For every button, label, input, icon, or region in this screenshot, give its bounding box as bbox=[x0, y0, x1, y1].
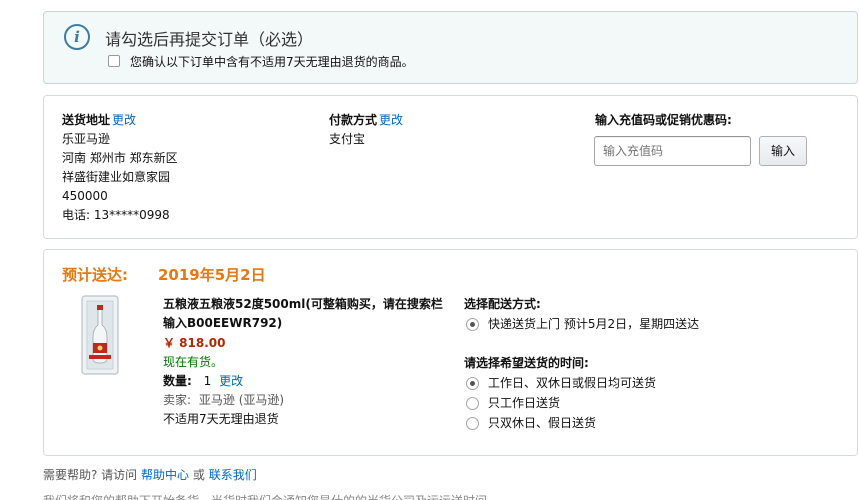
option-label: 快递送货上门 预计5月2日，星期四送达 bbox=[488, 317, 700, 331]
payment-label: 付款方式 bbox=[329, 113, 378, 127]
estimated-delivery-date: 2019年5月2日 bbox=[158, 266, 266, 284]
payment-method: 支付宝 bbox=[329, 132, 366, 146]
notice-box: i 请勾选后再提交订单（必选） 您确认以下订单中含有不适用7天无理由退货的商品。 bbox=[43, 11, 858, 84]
quantity-value: 1 bbox=[203, 374, 212, 388]
info-icon: i bbox=[64, 24, 90, 50]
address-line: 450000 bbox=[62, 189, 108, 203]
address-phone: 电话: 13*****0998 bbox=[62, 208, 170, 222]
shipment-box: 预计送达: 2019年5月2日 五粮液五粮液52度500ml(可整箱购买，请在搜… bbox=[43, 249, 858, 456]
payment-section: 付款方式 更改 支付宝 bbox=[329, 111, 403, 149]
delivery-time-option[interactable]: 工作日、双休日或假日均可送货 bbox=[464, 374, 699, 393]
delivery-time-option[interactable]: 只双休日、假日送货 bbox=[464, 414, 699, 433]
help-prefix: 需要帮助? 请访问 bbox=[43, 468, 138, 482]
delivery-time-title: 请选择希望送货的时间: bbox=[464, 356, 589, 370]
radio-button[interactable] bbox=[466, 397, 479, 410]
coupon-label: 输入充值码或促销优惠码: bbox=[595, 113, 732, 127]
coupon-submit-button[interactable]: 输入 bbox=[759, 136, 807, 166]
shipping-address-label: 送货地址 bbox=[62, 113, 111, 127]
option-label: 只双休日、假日送货 bbox=[488, 416, 597, 430]
quantity-label: 数量: bbox=[163, 374, 192, 388]
shipping-method-option[interactable]: 快递送货上门 预计5月2日，星期四送达 bbox=[464, 315, 699, 334]
option-label: 工作日、双休日或假日均可送货 bbox=[488, 376, 657, 390]
notice-title: 请勾选后再提交订单（必选） bbox=[105, 30, 314, 49]
seller-value: 亚马逊 (亚马逊) bbox=[198, 393, 285, 407]
change-payment-link[interactable]: 更改 bbox=[379, 113, 403, 127]
order-details-box: 送货地址 更改 乐亚马逊 河南 郑州市 郑东新区 祥盛街建业如意家园 450000… bbox=[43, 95, 858, 239]
change-quantity-link[interactable]: 更改 bbox=[219, 374, 243, 388]
help-center-link[interactable]: 帮助中心 bbox=[141, 468, 189, 482]
contact-us-link[interactable]: 联系我们 bbox=[209, 468, 257, 482]
radio-button[interactable] bbox=[466, 318, 479, 331]
product-info: 五粮液五粮液52度500ml(可整箱购买，请在搜索栏输入B00EEWR792) … bbox=[163, 295, 443, 429]
coupon-input[interactable] bbox=[594, 136, 751, 166]
address-line: 乐亚马逊 bbox=[62, 132, 111, 146]
confirm-checkbox-label[interactable]: 您确认以下订单中含有不适用7天无理由退货的商品。 bbox=[130, 53, 414, 70]
product-title-link[interactable]: 五粮液五粮液52度500ml(可整箱购买，请在搜索栏输入B00EEWR792) bbox=[163, 297, 443, 330]
return-policy-note: 不适用7天无理由退货 bbox=[163, 412, 279, 426]
coupon-section: 输入充值码或促销优惠码: bbox=[595, 111, 732, 130]
product-price: ￥ 818.00 bbox=[163, 336, 226, 350]
change-address-link[interactable]: 更改 bbox=[112, 113, 136, 127]
help-line: 需要帮助? 请访问 帮助中心 或 联系我们 bbox=[43, 466, 257, 483]
shipping-options: 选择配送方式: 快递送货上门 预计5月2日，星期四送达 请选择希望送货的时间: … bbox=[464, 295, 699, 434]
shipping-method-title: 选择配送方式: bbox=[464, 297, 541, 311]
radio-button[interactable] bbox=[466, 377, 479, 390]
delivery-time-option[interactable]: 只工作日送货 bbox=[464, 394, 699, 413]
bottom-note: 我们将和您的帮助下开始备货，当货时我们会通知您是什的的当货公司及运运送时间。 bbox=[43, 492, 499, 500]
confirm-checkbox[interactable] bbox=[108, 55, 120, 67]
stock-status: 现在有货。 bbox=[163, 355, 224, 369]
address-line: 祥盛街建业如意家园 bbox=[62, 170, 171, 184]
option-label: 只工作日送货 bbox=[488, 396, 561, 410]
shipping-address-section: 送货地址 更改 乐亚马逊 河南 郑州市 郑东新区 祥盛街建业如意家园 450000… bbox=[62, 111, 178, 225]
help-or: 或 bbox=[192, 468, 205, 482]
address-line: 河南 郑州市 郑东新区 bbox=[62, 151, 178, 165]
product-image[interactable] bbox=[81, 295, 119, 375]
seller-label: 卖家: bbox=[163, 393, 192, 407]
radio-button[interactable] bbox=[466, 417, 479, 430]
estimated-delivery-label: 预计送达: bbox=[62, 266, 128, 284]
